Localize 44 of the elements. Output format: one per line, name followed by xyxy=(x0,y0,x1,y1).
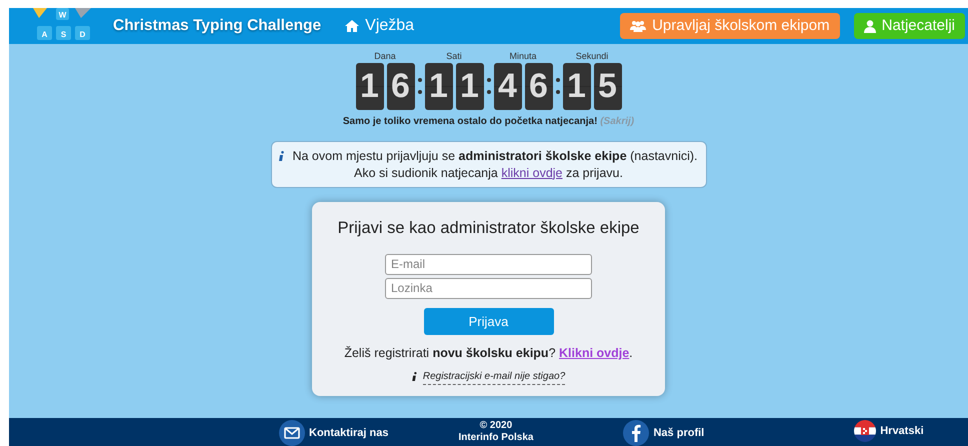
register-text: Želiš registrirati novu školsku ekipu? Klikni ovdje. xyxy=(344,344,633,362)
countdown-caption: Samo je toliko vremena ostalo do početka natjecanja! (Sakrij) xyxy=(342,115,634,129)
home-icon xyxy=(345,20,360,32)
colon-dots xyxy=(556,78,560,94)
practice-link[interactable]: Vježba xyxy=(345,14,414,38)
envelope-icon xyxy=(279,420,305,446)
site-title: Christmas Typing Challenge xyxy=(113,16,322,36)
colon-dots xyxy=(418,78,422,94)
login-button[interactable]: Prijava xyxy=(424,308,554,335)
flip-digit: 6 xyxy=(524,63,552,110)
colon-dots xyxy=(486,78,490,94)
company-name: Interinfo Polska xyxy=(458,432,534,444)
info-icon xyxy=(279,151,284,161)
manage-team-button[interactable]: Upravljaj školskom ekipom xyxy=(620,13,840,39)
contact-link[interactable]: Kontaktiraj nas xyxy=(279,420,388,446)
email-field[interactable]: E-mail xyxy=(385,254,592,275)
flip-digit: 5 xyxy=(594,63,622,110)
flip-digit: 1 xyxy=(356,63,384,110)
copyright-text: © 2020 xyxy=(480,420,512,432)
resend-email-link[interactable]: Registracijski e-mail nije stigao? xyxy=(422,368,566,384)
register-link[interactable]: Klikni ovdje xyxy=(559,346,630,360)
login-title: Prijavi se kao administrator školske ekipe xyxy=(338,218,640,239)
profile-link[interactable]: Naš profil xyxy=(623,420,704,446)
password-field[interactable]: Lozinka xyxy=(385,278,592,299)
keyboard-logo: W A S D xyxy=(29,8,97,44)
language-link[interactable]: Hrvatski xyxy=(854,420,924,442)
login-link[interactable]: klikni ovdje xyxy=(501,166,562,180)
unit-label: Minuta xyxy=(509,50,536,62)
flip-digit: 6 xyxy=(386,63,414,110)
unit-label: Sati xyxy=(446,50,462,62)
user-icon xyxy=(864,20,876,32)
flip-digit: 1 xyxy=(424,63,452,110)
notice-text: Na ovom mjestu prijavljuju se administratori školske ekipe (nastavnici). xyxy=(292,148,698,164)
flip-digit: 1 xyxy=(456,63,484,110)
info-icon xyxy=(412,372,417,381)
unit-label: Sekundi xyxy=(576,50,608,62)
flip-digit: 1 xyxy=(562,63,590,110)
people-icon xyxy=(630,20,646,32)
unit-label: Dana xyxy=(374,50,396,62)
flag-icon xyxy=(854,420,876,442)
flip-digit: 4 xyxy=(494,63,522,110)
notice-text: Ako si sudionik natjecanja klikni ovdje za prijavu. xyxy=(354,164,623,182)
facebook-icon xyxy=(623,420,650,446)
competitors-button[interactable]: Natjecatelji xyxy=(854,13,965,39)
